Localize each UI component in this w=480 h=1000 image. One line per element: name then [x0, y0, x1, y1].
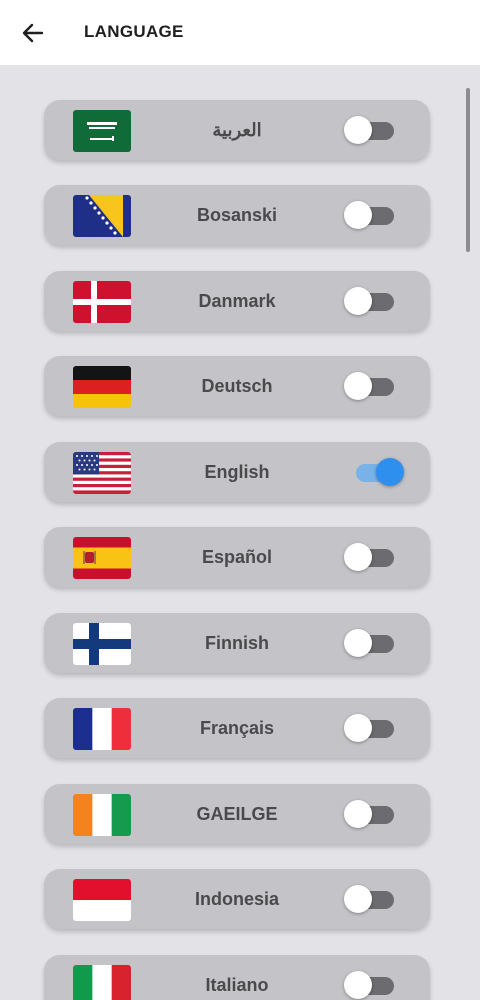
language-toggle[interactable]	[342, 626, 398, 660]
language-label: Français	[199, 718, 275, 738]
language-label: Indonesia	[194, 889, 279, 909]
arrow-left-icon	[22, 23, 44, 43]
bosnia-flag-icon	[73, 195, 131, 237]
language-row-danmark[interactable]: Danmark	[44, 271, 430, 331]
language-toggle[interactable]	[342, 284, 398, 318]
page-title: LANGUAGE	[84, 22, 184, 41]
language-row-indonesia[interactable]: Indonesia	[44, 869, 430, 929]
language-toggle[interactable]	[342, 968, 398, 1000]
language-toggle[interactable]	[342, 455, 404, 489]
language-toggle[interactable]	[342, 369, 398, 403]
language-row-gaeilge[interactable]: GAEILGE	[44, 784, 430, 844]
language-row-francais[interactable]: Français	[44, 698, 430, 758]
language-toggle[interactable]	[342, 198, 398, 232]
language-label: Danmark	[198, 291, 276, 311]
language-label: Español	[201, 547, 272, 567]
language-row-finnish[interactable]: Finnish	[44, 613, 430, 673]
language-toggle[interactable]	[342, 113, 398, 147]
germany-flag-icon	[73, 366, 131, 408]
ireland-flag-icon	[73, 794, 131, 836]
language-toggle[interactable]	[342, 797, 398, 831]
language-toggle[interactable]	[342, 882, 398, 916]
indonesia-flag-icon	[73, 879, 131, 921]
scrollbar[interactable]	[466, 88, 470, 252]
back-button[interactable]	[18, 18, 48, 48]
finland-flag-icon	[73, 623, 131, 665]
language-label: Deutsch	[201, 376, 273, 396]
language-row-bosanski[interactable]: Bosanski	[44, 185, 430, 245]
language-row-english[interactable]: English	[44, 442, 430, 502]
language-row-deutsch[interactable]: Deutsch	[44, 356, 430, 416]
italy-flag-icon	[73, 965, 131, 1000]
france-flag-icon	[73, 708, 131, 750]
language-row-espanol[interactable]: Español	[44, 527, 430, 587]
language-label: Finnish	[205, 633, 269, 653]
usa-flag-icon	[73, 452, 131, 494]
language-label: English	[204, 462, 270, 482]
language-toggle[interactable]	[342, 540, 398, 574]
language-row-arabic[interactable]: العربية	[44, 100, 430, 160]
language-label: Italiano	[205, 975, 269, 995]
language-label: GAEILGE	[196, 804, 278, 824]
language-list[interactable]: العربية Bosanski Danmark Deutsch English…	[0, 65, 480, 1000]
language-label: العربية	[212, 120, 262, 140]
language-label: Bosanski	[196, 205, 278, 225]
saudi-arabia-flag-icon	[73, 110, 131, 152]
spain-flag-icon	[73, 537, 131, 579]
denmark-flag-icon	[73, 281, 131, 323]
app-bar: LANGUAGE	[0, 0, 480, 65]
language-row-italiano[interactable]: Italiano	[44, 955, 430, 1000]
language-toggle[interactable]	[342, 711, 398, 745]
